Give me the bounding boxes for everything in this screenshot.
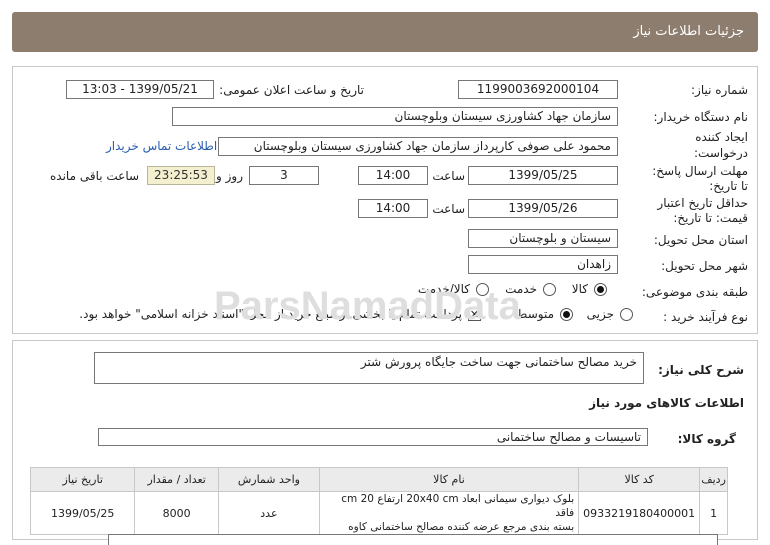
- category-option-goods-service: کالا/خدمت: [417, 282, 470, 296]
- table-row[interactable]: 1 0933219180400001 بلوک دیواری سیمانی اب…: [29, 491, 728, 535]
- city-label: شهر محل تحویل:: [661, 259, 748, 273]
- creator-label: ایجاد کننده: [695, 130, 748, 144]
- extra-notes-field: [108, 534, 718, 545]
- category-label: طبقه بندی موضوعی:: [641, 285, 748, 299]
- validity-date-field: 1399/05/26: [468, 199, 618, 218]
- payment-checkbox[interactable]: ✕: [468, 308, 481, 321]
- col-code: کد کالا: [578, 467, 701, 492]
- creator-label-2: درخواست:: [694, 146, 748, 160]
- validity-label-2: قیمت: تا تاریخ:: [673, 211, 748, 225]
- row-unit: عدد: [217, 491, 320, 535]
- validity-label: حداقل تاریخ اعتبار: [657, 196, 748, 210]
- remaining-label: ساعت باقی مانده: [50, 169, 140, 183]
- creator-field: محمود علی صوفی کارپرداز سازمان جهاد کشاو…: [218, 137, 618, 156]
- category-radio-goods-service[interactable]: [476, 283, 489, 296]
- deadline-time-field: 14:00: [358, 166, 428, 185]
- category-radio-goods[interactable]: [594, 283, 607, 296]
- goods-group-label: گروه کالا:: [677, 432, 736, 446]
- province-field: سیستان و بلوچستان: [468, 229, 618, 248]
- col-date: تاریخ نیاز: [29, 467, 136, 492]
- deadline-time-label: ساعت: [432, 169, 465, 183]
- process-option-medium: متوسط: [516, 307, 554, 321]
- validity-time-field: 14:00: [358, 199, 428, 218]
- deadline-label-2: تا تاریخ:: [709, 179, 748, 193]
- row-name-line2: بسته بندی مرجع عرضه کننده مصالح ساختمانی…: [348, 521, 575, 533]
- category-option-goods: کالا: [571, 282, 588, 296]
- payment-note: پرداخت تمام یا بخشی از مبلغ خرید،از محل …: [79, 307, 462, 321]
- col-quantity: تعداد / مقدار: [134, 467, 219, 492]
- row-quantity: 8000: [134, 491, 219, 535]
- process-option-minor: جزیی: [586, 307, 614, 321]
- items-table: ردیف کد کالا نام کالا واحد شمارش تعداد /…: [29, 467, 728, 535]
- goods-section-title: اطلاعات کالاهای مورد نیاز: [589, 396, 744, 410]
- col-unit: واحد شمارش: [217, 467, 320, 492]
- city-field: زاهدان: [468, 255, 618, 274]
- page-header: جزئیات اطلاعات نیاز: [12, 12, 758, 52]
- province-label: استان محل تحویل:: [653, 233, 748, 247]
- row-name: بلوک دیواری سیمانی ابعاد 20x40 cm ارتفاع…: [318, 491, 580, 535]
- need-number-field: 1199003692000104: [458, 80, 618, 99]
- need-number-label: شماره نیاز:: [691, 83, 748, 97]
- page-title: جزئیات اطلاعات نیاز: [633, 24, 744, 39]
- category-option-service: خدمت: [505, 282, 537, 296]
- buyer-field: سازمان جهاد کشاورزی سیستان وبلوچستان: [172, 107, 618, 126]
- items-table-header: ردیف کد کالا نام کالا واحد شمارش تعداد /…: [29, 467, 728, 492]
- category-radio-service[interactable]: [543, 283, 556, 296]
- process-radio-medium[interactable]: [560, 308, 573, 321]
- announce-label: تاریخ و ساعت اعلان عمومی:: [219, 83, 364, 97]
- buyer-label: نام دستگاه خریدار:: [653, 110, 749, 124]
- deadline-label: مهلت ارسال پاسخ:: [652, 164, 748, 178]
- row-name-line1: بلوک دیواری سیمانی ابعاد 20x40 cm ارتفاع…: [341, 493, 575, 519]
- row-code: 0933219180400001: [578, 491, 701, 535]
- process-radio-minor[interactable]: [620, 308, 633, 321]
- col-index: ردیف: [699, 467, 728, 492]
- row-date: 1399/05/25: [29, 491, 136, 535]
- days-field: 3: [249, 166, 319, 185]
- goods-group-field: تاسیسات و مصالح ساختمانی: [98, 428, 648, 446]
- days-label: روز و: [216, 169, 243, 183]
- process-label: نوع فرآیند خرید :: [663, 310, 748, 324]
- description-label: شرح کلی نیاز:: [658, 363, 744, 377]
- contact-buyer-link[interactable]: اطلاعات تماس خریدار: [106, 139, 217, 153]
- description-field: خرید مصالح ساختمانی جهت ساخت جایگاه پرور…: [94, 352, 644, 384]
- announce-field: 1399/05/21 - 13:03: [66, 80, 214, 99]
- validity-time-label: ساعت: [432, 202, 465, 216]
- remaining-timer: 23:25:53: [147, 166, 215, 185]
- col-name: نام کالا: [318, 467, 580, 492]
- deadline-date-field: 1399/05/25: [468, 166, 618, 185]
- row-index: 1: [699, 491, 728, 535]
